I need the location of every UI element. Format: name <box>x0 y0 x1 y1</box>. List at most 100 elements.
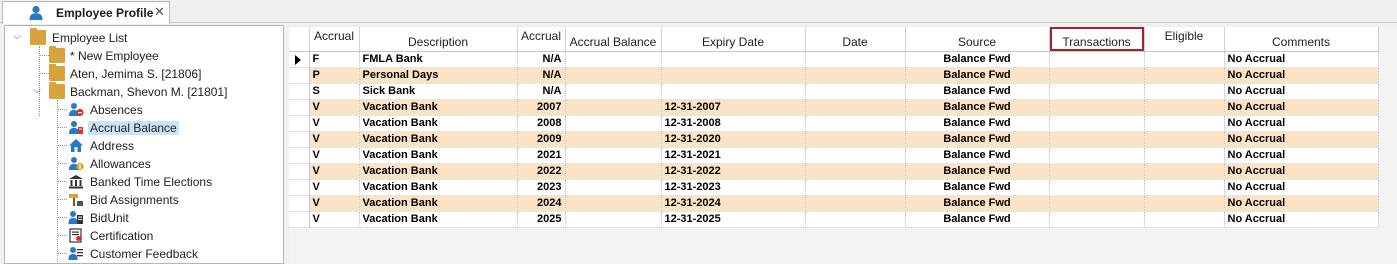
tree-item-banked-time[interactable]: Banked Time Elections <box>5 173 283 191</box>
row-selector[interactable] <box>289 99 310 116</box>
cell-comments[interactable]: No Accrual <box>1224 195 1379 212</box>
cell-source[interactable]: Balance Fwd <box>905 131 1050 148</box>
cell-eligible[interactable] <box>1144 163 1225 180</box>
cell-accrual-code[interactable]: V <box>309 211 360 228</box>
cell-accrual-year[interactable]: 2025 <box>517 211 566 228</box>
column-header-transactions[interactable]: Transactions <box>1049 27 1145 52</box>
cell-comments[interactable]: No Accrual <box>1224 211 1379 228</box>
chevron-down-icon[interactable]: ⌵ <box>11 31 23 43</box>
cell-comments[interactable]: No Accrual <box>1224 99 1379 116</box>
cell-source[interactable]: Balance Fwd <box>905 163 1050 180</box>
cell-accrual-balance[interactable] <box>565 131 662 148</box>
cell-eligible[interactable] <box>1144 51 1225 68</box>
cell-accrual-balance[interactable] <box>565 179 662 196</box>
cell-date[interactable] <box>805 211 906 228</box>
cell-description[interactable]: Vacation Bank <box>359 147 518 164</box>
column-header-accrual-year[interactable]: Accrual <box>517 27 566 52</box>
cell-accrual-year[interactable]: 2007 <box>517 99 566 116</box>
cell-accrual-balance[interactable] <box>565 115 662 132</box>
cell-eligible[interactable] <box>1144 131 1225 148</box>
row-selector[interactable] <box>289 163 310 180</box>
cell-accrual-balance[interactable] <box>565 67 662 84</box>
column-header-accrual-balance[interactable]: Accrual Balance <box>565 27 662 52</box>
row-selector[interactable] <box>289 179 310 196</box>
cell-expiry-date[interactable]: 12-31-2025 <box>661 211 806 228</box>
cell-expiry-date[interactable]: 12-31-2020 <box>661 131 806 148</box>
column-header-source[interactable]: Source <box>905 27 1050 52</box>
row-selector[interactable] <box>289 67 310 84</box>
cell-accrual-code[interactable]: P <box>309 67 360 84</box>
cell-comments[interactable]: No Accrual <box>1224 179 1379 196</box>
cell-accrual-code[interactable]: V <box>309 99 360 116</box>
table-row[interactable]: F FMLA Bank N/A Balance Fwd No Accrual <box>289 51 1379 68</box>
cell-eligible[interactable] <box>1144 67 1225 84</box>
cell-expiry-date[interactable]: 12-31-2007 <box>661 99 806 116</box>
table-row[interactable]: P Personal Days N/A Balance Fwd No Accrual <box>289 67 1379 84</box>
cell-accrual-balance[interactable] <box>565 211 662 228</box>
cell-expiry-date[interactable]: 12-31-2008 <box>661 115 806 132</box>
column-header-expiry-date[interactable]: Expiry Date <box>661 27 806 52</box>
cell-accrual-balance[interactable] <box>565 51 662 68</box>
cell-source[interactable]: Balance Fwd <box>905 115 1050 132</box>
cell-eligible[interactable] <box>1144 83 1225 100</box>
cell-date[interactable] <box>805 147 906 164</box>
cell-accrual-year[interactable]: N/A <box>517 67 566 84</box>
row-selector[interactable] <box>289 147 310 164</box>
cell-eligible[interactable] <box>1144 211 1225 228</box>
cell-date[interactable] <box>805 115 906 132</box>
cell-accrual-balance[interactable] <box>565 195 662 212</box>
cell-accrual-year[interactable]: N/A <box>517 83 566 100</box>
cell-accrual-code[interactable]: V <box>309 179 360 196</box>
cell-expiry-date[interactable]: 12-31-2024 <box>661 195 806 212</box>
row-selector[interactable] <box>289 195 310 212</box>
table-row[interactable]: V Vacation Bank 2021 12-31-2021 Balance Fwd N… <box>289 147 1379 164</box>
tree-item-allowances[interactable]: Allowances <box>5 155 283 173</box>
cell-accrual-code[interactable]: V <box>309 147 360 164</box>
cell-accrual-year[interactable]: 2008 <box>517 115 566 132</box>
cell-description[interactable]: FMLA Bank <box>359 51 518 68</box>
table-row[interactable]: V Vacation Bank 2024 12-31-2024 Balance Fwd N… <box>289 195 1379 212</box>
cell-accrual-year[interactable]: 2022 <box>517 163 566 180</box>
cell-source[interactable]: Balance Fwd <box>905 195 1050 212</box>
cell-accrual-balance[interactable] <box>565 99 662 116</box>
cell-transactions[interactable] <box>1049 211 1145 228</box>
employee-tree[interactable]: ⌵ Employee List * New Employee Aten, Jem… <box>4 25 284 264</box>
cell-comments[interactable]: No Accrual <box>1224 163 1379 180</box>
row-selector[interactable] <box>289 83 310 100</box>
cell-eligible[interactable] <box>1144 195 1225 212</box>
tree-item-address[interactable]: Address <box>5 137 283 155</box>
cell-accrual-year[interactable]: 2021 <box>517 147 566 164</box>
cell-date[interactable] <box>805 131 906 148</box>
cell-date[interactable] <box>805 179 906 196</box>
tree-item-employee[interactable]: ⌵ Backman, Shevon M. [21801] <box>5 82 283 101</box>
chevron-down-icon[interactable]: ⌵ <box>31 85 43 97</box>
cell-description[interactable]: Vacation Bank <box>359 195 518 212</box>
tree-item-new-employee[interactable]: * New Employee <box>5 46 283 65</box>
tree-item-employee-list[interactable]: ⌵ Employee List <box>5 28 283 47</box>
cell-accrual-balance[interactable] <box>565 147 662 164</box>
cell-transactions[interactable] <box>1049 115 1145 132</box>
column-header-eligible[interactable]: Eligible <box>1144 27 1225 52</box>
close-icon[interactable]: ✕ <box>154 5 165 19</box>
tree-item-employee[interactable]: Aten, Jemima S. [21806] <box>5 64 283 83</box>
cell-comments[interactable]: No Accrual <box>1224 83 1379 100</box>
cell-transactions[interactable] <box>1049 163 1145 180</box>
cell-accrual-year[interactable]: 2009 <box>517 131 566 148</box>
cell-comments[interactable]: No Accrual <box>1224 115 1379 132</box>
cell-source[interactable]: Balance Fwd <box>905 67 1050 84</box>
cell-source[interactable]: Balance Fwd <box>905 83 1050 100</box>
cell-description[interactable]: Sick Bank <box>359 83 518 100</box>
cell-source[interactable]: Balance Fwd <box>905 99 1050 116</box>
cell-expiry-date[interactable]: 12-31-2023 <box>661 179 806 196</box>
column-header-date[interactable]: Date <box>805 27 906 52</box>
cell-expiry-date[interactable]: 12-31-2022 <box>661 163 806 180</box>
cell-accrual-code[interactable]: S <box>309 83 360 100</box>
cell-source[interactable]: Balance Fwd <box>905 179 1050 196</box>
cell-comments[interactable]: No Accrual <box>1224 51 1379 68</box>
row-selector[interactable] <box>289 115 310 132</box>
cell-accrual-year[interactable]: 2023 <box>517 179 566 196</box>
table-row[interactable]: V Vacation Bank 2007 12-31-2007 Balance Fwd N… <box>289 99 1379 116</box>
cell-description[interactable]: Personal Days <box>359 67 518 84</box>
row-selector[interactable] <box>289 131 310 148</box>
table-row[interactable]: V Vacation Bank 2025 12-31-2025 Balance Fwd N… <box>289 211 1379 228</box>
